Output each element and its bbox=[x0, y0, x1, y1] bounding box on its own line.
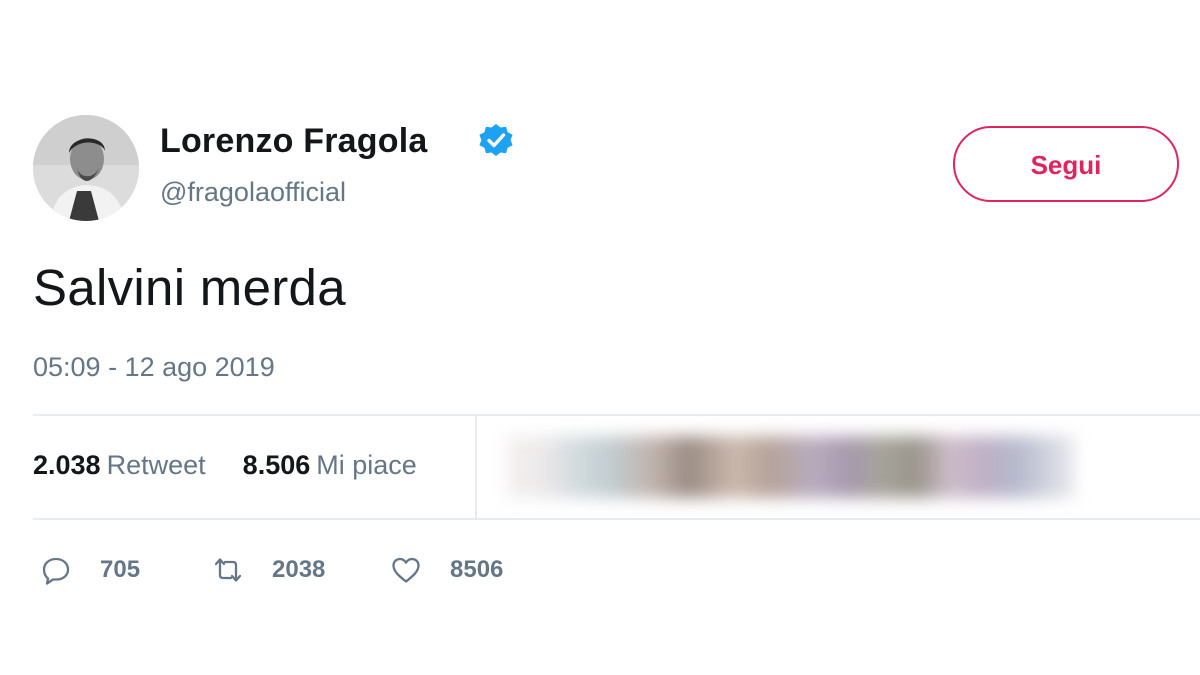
verified-badge-icon bbox=[477, 122, 515, 160]
like-button[interactable]: 8506 bbox=[390, 553, 503, 587]
tweet-card: Lorenzo Fragola @fragolaofficial Segui S… bbox=[0, 0, 1200, 675]
retweet-button[interactable]: 2038 bbox=[212, 553, 325, 587]
display-name[interactable]: Lorenzo Fragola bbox=[160, 122, 427, 161]
divider bbox=[33, 518, 1200, 520]
like-count: 8506 bbox=[450, 556, 504, 583]
reply-count: 705 bbox=[100, 556, 141, 583]
likes-label: Mi piace bbox=[316, 450, 417, 480]
tweet-timestamp[interactable]: 05:09 - 12 ago 2019 bbox=[33, 352, 275, 383]
reply-icon bbox=[40, 554, 72, 586]
tweet-text: Salvini merda bbox=[33, 259, 346, 316]
stats-divider bbox=[475, 416, 477, 518]
reply-button[interactable]: 705 bbox=[40, 553, 140, 587]
retweets-count: 2.038 bbox=[33, 450, 101, 480]
user-handle[interactable]: @fragolaofficial bbox=[160, 177, 346, 208]
avatar[interactable] bbox=[33, 115, 139, 221]
retweets-label: Retweet bbox=[106, 450, 206, 480]
retweet-count: 2038 bbox=[272, 556, 326, 583]
retweet-icon bbox=[212, 554, 244, 586]
liker-avatars-blurred[interactable] bbox=[507, 436, 1075, 498]
divider bbox=[33, 414, 1200, 416]
heart-icon bbox=[390, 554, 422, 586]
likes-stat[interactable]: 8.506 Mi piace bbox=[235, 450, 417, 480]
likes-count: 8.506 bbox=[242, 450, 311, 480]
retweets-stat[interactable]: 2.038 Retweet bbox=[33, 450, 213, 480]
engagement-stats: 2.038 Retweet 8.506 Mi piace bbox=[33, 450, 417, 481]
follow-button[interactable]: Segui bbox=[953, 126, 1179, 202]
avatar-image bbox=[33, 115, 139, 221]
